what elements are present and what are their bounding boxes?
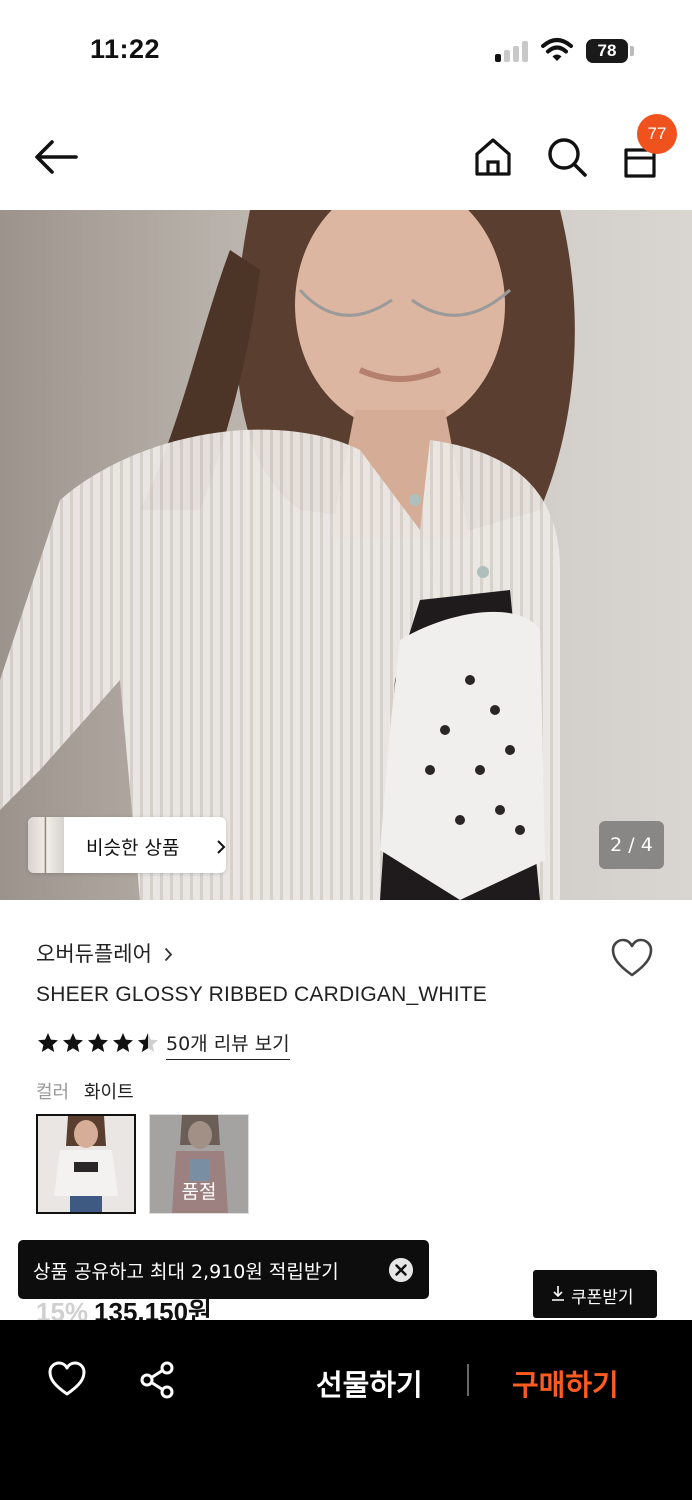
home-icon[interactable]	[472, 136, 514, 178]
product-photo	[0, 210, 692, 900]
coupon-button[interactable]: 쿠폰받기	[533, 1270, 657, 1318]
gift-button[interactable]: 선물하기	[316, 1362, 423, 1404]
battery-indicator: 78	[586, 39, 628, 63]
toast-message: 상품 공유하고 최대 2,910원 적립받기	[33, 1261, 339, 1283]
brand-link[interactable]: 오버듀플레어	[36, 938, 173, 968]
top-navigation	[0, 110, 692, 210]
wifi-icon	[541, 38, 573, 61]
star-rating	[36, 1031, 161, 1055]
sale-price: 135,150원	[94, 1297, 212, 1320]
buy-button[interactable]: 구매하기	[512, 1362, 619, 1404]
star-icon	[88, 1033, 108, 1052]
brand-name: 오버듀플레어	[36, 942, 152, 966]
share-icon[interactable]	[139, 1361, 175, 1399]
bottom-bar-divider	[467, 1364, 469, 1396]
close-icon[interactable]	[389, 1258, 413, 1282]
search-icon[interactable]	[546, 136, 588, 178]
heart-icon[interactable]	[47, 1361, 87, 1397]
image-page-indicator: 2 / 4	[599, 821, 664, 869]
share-reward-toast: 상품 공유하고 최대 2,910원 적립받기	[18, 1240, 429, 1299]
swatch-image	[38, 1116, 134, 1212]
download-icon	[552, 1286, 564, 1301]
color-swatch-white[interactable]	[36, 1114, 136, 1214]
product-title: SHEER GLOSSY RIBBED CARDIGAN_WHITE	[36, 983, 488, 1006]
similar-products-thumbnail	[28, 817, 64, 873]
heart-icon[interactable]	[610, 938, 654, 978]
cart-count-badge: 77	[637, 114, 677, 154]
half-star-icon	[138, 1033, 158, 1052]
bottom-action-bar	[0, 1320, 692, 1500]
star-icon	[63, 1033, 83, 1052]
chevron-right-icon	[164, 947, 173, 961]
soldout-label: 품절	[181, 1181, 217, 1203]
star-icon	[38, 1033, 58, 1052]
battery-tip	[630, 46, 634, 56]
product-image-gallery[interactable]	[0, 210, 692, 900]
status-time: 11:22	[90, 34, 161, 64]
similar-products-label: 비슷한 상품	[86, 837, 180, 859]
discount-rate: 15%	[36, 1297, 89, 1320]
star-icon	[113, 1033, 133, 1052]
color-label: 컬러	[36, 1082, 70, 1103]
back-arrow-icon[interactable]	[30, 134, 82, 180]
review-link[interactable]: 50개 리뷰 보기	[166, 1029, 290, 1060]
chevron-right-icon	[217, 840, 226, 854]
cellular-signal-icon	[495, 40, 531, 62]
color-value: 화이트	[84, 1082, 134, 1103]
similar-products-button[interactable]: 비슷한 상품	[28, 817, 226, 873]
color-swatch-soldout[interactable]: 품절	[149, 1114, 249, 1214]
status-bar: 11:22 78	[0, 0, 692, 100]
coupon-label: 쿠폰받기	[571, 1288, 634, 1308]
